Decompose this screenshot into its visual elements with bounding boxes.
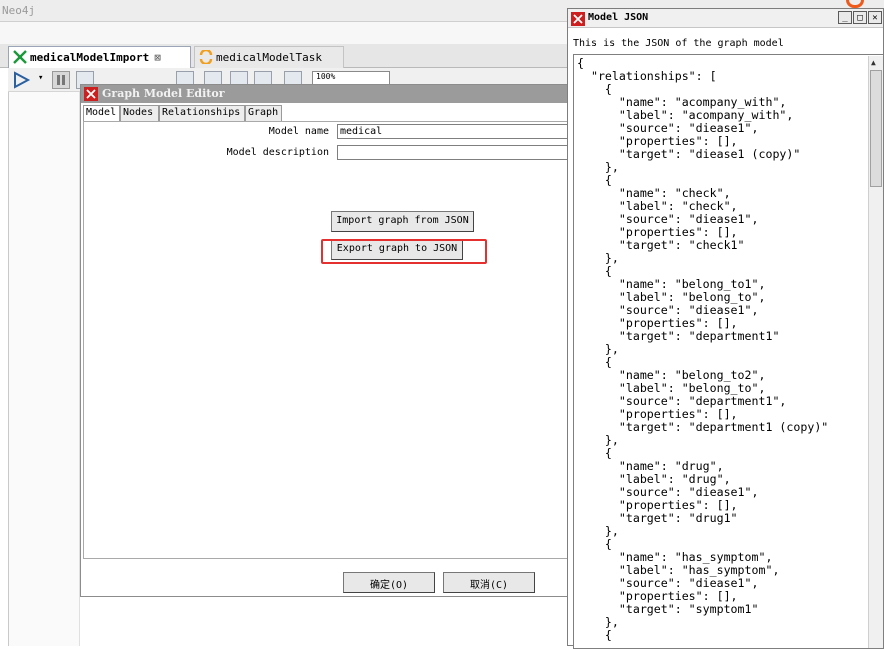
app-logo-icon (571, 12, 585, 26)
tab-relationships[interactable]: Relationships (159, 105, 245, 122)
run-dropdown-icon[interactable]: ▾ (38, 73, 43, 83)
export-button-highlight (321, 239, 487, 264)
app-title: Neo4j (2, 4, 36, 17)
app-logo-icon (84, 87, 98, 101)
ok-button[interactable]: 确定(O) (343, 572, 435, 593)
json-text-area[interactable]: { "relationships": [ { "name": "acompany… (573, 54, 884, 649)
zoom-select[interactable]: 100% (312, 71, 390, 85)
tab-medical-model-task[interactable]: medicalModelTask (194, 46, 344, 68)
window-title-bar: Model JSON (568, 9, 883, 28)
tab-label: medicalModelTask (216, 51, 322, 64)
dialog-title-bar: Graph Model Editor (81, 85, 579, 103)
model-name-input[interactable]: medical (337, 124, 573, 139)
close-tab-icon[interactable]: ⊠ (154, 51, 161, 64)
scrollbar-thumb[interactable] (870, 70, 882, 187)
model-description-label: Model description (226, 147, 329, 158)
maximize-icon[interactable]: □ (853, 11, 867, 24)
json-content: { "relationships": [ { "name": "acompany… (577, 56, 829, 642)
pause-icon[interactable] (52, 71, 70, 89)
dialog-title: Graph Model Editor (102, 87, 225, 100)
tab-label: medicalModelImport (30, 51, 150, 64)
json-caption: This is the JSON of the graph model (573, 38, 784, 49)
model-import-icon (13, 50, 27, 64)
model-task-icon (199, 50, 213, 64)
minimize-icon[interactable]: _ (838, 11, 852, 24)
model-description-input[interactable] (337, 145, 573, 160)
tab-model[interactable]: Model (83, 105, 120, 122)
close-icon[interactable]: ✕ (868, 11, 882, 24)
graph-model-editor-dialog: Graph Model Editor Model Nodes Relations… (80, 84, 580, 597)
model-json-window: Model JSON _ □ ✕ This is the JSON of the… (567, 8, 884, 649)
tab-medical-model-import[interactable]: medicalModelImport ⊠ (8, 46, 191, 68)
model-tab-panel (83, 121, 579, 559)
canvas-left-pane (8, 92, 80, 646)
run-icon[interactable] (12, 70, 32, 90)
import-graph-button[interactable]: Import graph from JSON (331, 211, 474, 232)
tab-graph[interactable]: Graph (245, 105, 282, 122)
tab-nodes[interactable]: Nodes (120, 105, 159, 122)
scroll-up-icon[interactable]: ▲ (871, 58, 876, 67)
model-name-label: Model name (268, 126, 329, 137)
vertical-scrollbar[interactable]: ▲ (868, 56, 883, 648)
window-title: Model JSON (588, 12, 649, 23)
cancel-button[interactable]: 取消(C) (443, 572, 535, 593)
dialog-tabs: Model Nodes Relationships Graph (83, 105, 583, 122)
editor-tab-bar: medicalModelImport ⊠ medicalModelTask (0, 44, 570, 68)
